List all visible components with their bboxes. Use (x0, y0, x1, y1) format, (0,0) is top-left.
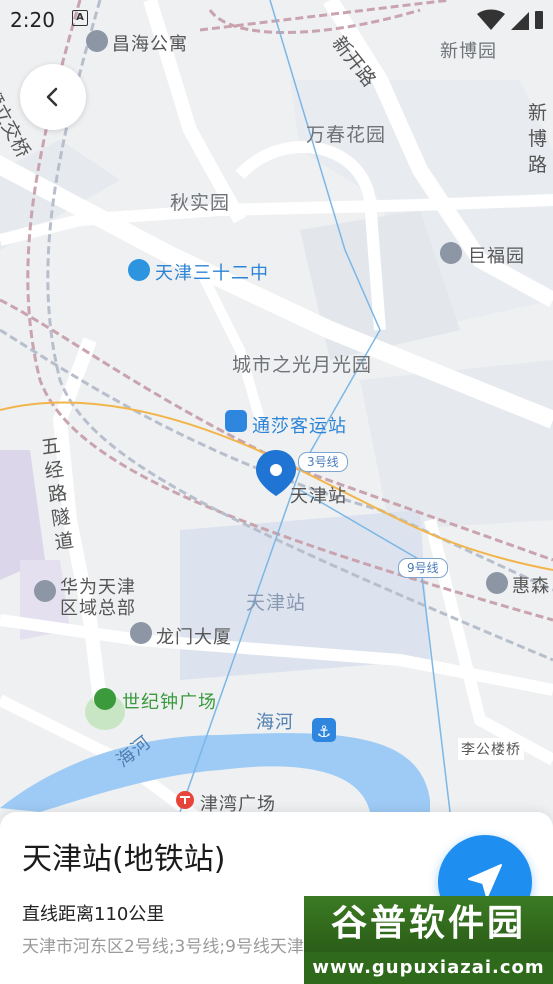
map-label-jufu: 巨福园 (468, 246, 525, 267)
watermark: 谷普软件园 www.gupuxiazai.com (304, 896, 553, 984)
wifi-icon (477, 9, 505, 30)
map-label-xinbo-garden: 新博园 (440, 41, 497, 62)
system-icons (477, 9, 543, 30)
metro-line3-tag: 3号线 (298, 452, 348, 472)
place-title: 天津站(地铁站) (22, 842, 226, 877)
map-label-huisen: 惠森 (512, 576, 550, 597)
status-bar: 2:20 A (0, 0, 553, 40)
map-label-tongsha: 通莎客运站 (252, 416, 347, 437)
building-icon (486, 572, 508, 594)
bus-icon (225, 410, 247, 432)
map-label-station-area: 天津站 (246, 592, 307, 614)
map-label-qiushi: 秋实园 (170, 192, 231, 214)
map-label-station-poi: 天津站 (290, 486, 347, 507)
building-icon (440, 242, 462, 264)
chevron-left-icon (46, 87, 58, 107)
building-icon (130, 622, 152, 644)
map-label-huawei-2: 区域总部 (60, 598, 136, 619)
map-label-city-light: 城市之光月光园 (232, 354, 373, 376)
navigation-arrow-icon (468, 864, 502, 898)
watermark-url: www.gupuxiazai.com (304, 952, 553, 984)
road-label-xinbo: 新博路 (528, 102, 548, 176)
watermark-title: 谷普软件园 (304, 896, 553, 952)
metro-line9-tag: 9号线 (398, 558, 448, 578)
pin-icon (34, 580, 56, 602)
map-label-longmen: 龙门大厦 (156, 627, 232, 648)
status-time: 2:20 (10, 8, 55, 32)
map-label-century-clock: 世纪钟广场 (122, 692, 217, 713)
place-distance: 直线距离110公里 (22, 904, 165, 925)
battery-icon (535, 11, 543, 29)
map-label-wanchun: 万春花园 (306, 124, 387, 146)
school-icon (128, 259, 150, 281)
map-label-school: 天津三十二中 (155, 263, 269, 284)
notification-icon: A (72, 10, 88, 26)
park-icon (94, 688, 116, 710)
svg-text:⚓: ⚓ (317, 722, 331, 741)
signal-icon (511, 12, 529, 30)
map-label-haihe-1: 海河 (256, 712, 294, 733)
back-button[interactable] (20, 64, 86, 130)
place-address: 天津市河东区2号线;3号线;9号线天津站 (22, 937, 321, 957)
map-label-ligonglou: 李公楼桥 (458, 738, 524, 760)
